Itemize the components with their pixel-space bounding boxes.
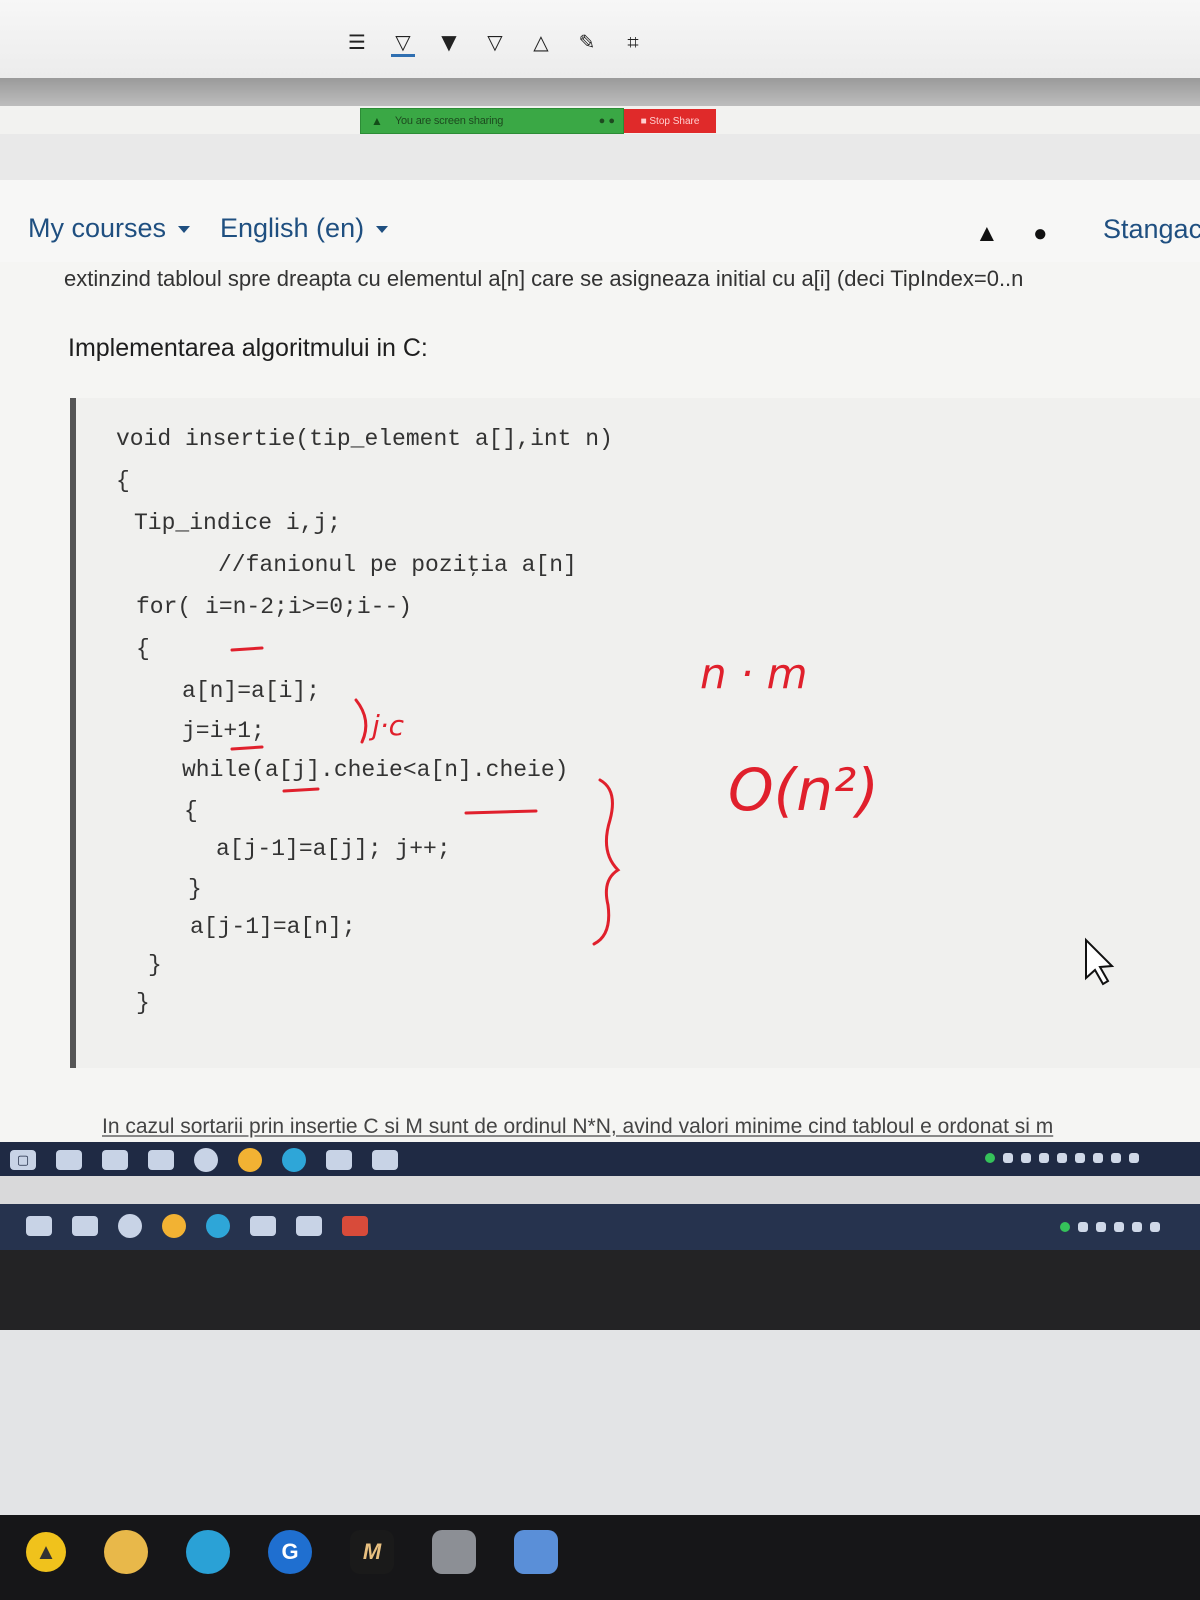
zoom-icon[interactable] <box>250 1216 276 1236</box>
monitor-bottom-edge <box>0 1250 1200 1330</box>
edge-icon[interactable] <box>186 1530 230 1574</box>
chrome-icon[interactable] <box>162 1214 186 1238</box>
outer-taskbar-icons: ▲ G M <box>26 1530 596 1574</box>
inner-taskbar-icons: ▢ <box>10 1148 418 1172</box>
drive-icon[interactable]: ▲ <box>26 1532 66 1572</box>
edge-icon[interactable] <box>206 1214 230 1238</box>
app-icon[interactable] <box>148 1150 174 1170</box>
monitor-bezel <box>0 1330 1200 1515</box>
app-icon[interactable] <box>104 1530 148 1574</box>
app-icon[interactable]: G <box>268 1530 312 1574</box>
zoom-icon[interactable] <box>372 1150 398 1170</box>
zoom-icon[interactable] <box>326 1150 352 1170</box>
inner-system-tray <box>985 1153 1139 1163</box>
window-gap <box>0 1176 1200 1204</box>
chrome-icon[interactable] <box>238 1148 262 1172</box>
app-icon[interactable] <box>432 1530 476 1574</box>
store-icon[interactable] <box>102 1150 128 1170</box>
app-icon[interactable] <box>72 1216 98 1236</box>
lock-icon[interactable] <box>26 1216 52 1236</box>
system-tray <box>1060 1222 1160 1232</box>
zoom-icon[interactable] <box>296 1216 322 1236</box>
task-view-icon[interactable]: ▢ <box>10 1150 36 1170</box>
app-icon[interactable] <box>342 1216 368 1236</box>
app-icon[interactable] <box>118 1214 142 1238</box>
app-icon[interactable] <box>56 1150 82 1170</box>
app-icon[interactable] <box>194 1148 218 1172</box>
app-icon[interactable]: M <box>350 1530 394 1574</box>
taskbar-icons <box>26 1214 388 1238</box>
zoom-icon[interactable] <box>514 1530 558 1574</box>
edge-icon[interactable] <box>282 1148 306 1172</box>
